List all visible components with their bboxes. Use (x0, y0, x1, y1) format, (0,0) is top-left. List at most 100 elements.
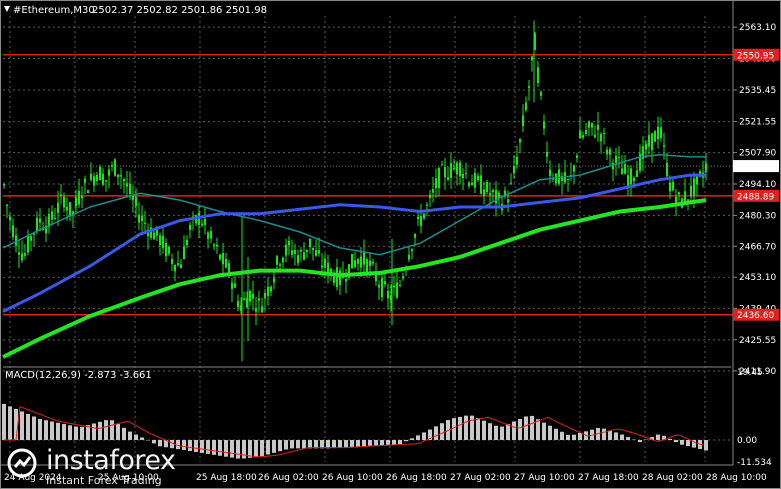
candle-body (300, 249, 302, 252)
candle-body (153, 232, 155, 240)
price-tick-label: 2494.10 (739, 180, 776, 190)
macd-bar (80, 426, 84, 440)
macd-bar (338, 440, 342, 448)
candle-body (6, 204, 8, 207)
price-tick-label: 2563.10 (739, 23, 776, 33)
candle-body (393, 285, 395, 288)
macd-bar (452, 418, 456, 440)
candle-body (261, 306, 263, 313)
candle-body (93, 176, 95, 186)
macd-bar (470, 415, 474, 440)
macd-bar (542, 422, 546, 440)
candle-body (573, 165, 575, 172)
candle-body (663, 145, 665, 147)
candle-body (108, 169, 110, 176)
price-tick-label: 2507.90 (739, 149, 776, 159)
candle-body (594, 134, 596, 138)
candle-body (402, 276, 404, 279)
candle-body (378, 284, 380, 288)
macd-bar (44, 420, 48, 440)
candle-body (87, 190, 89, 194)
candle-body (435, 178, 437, 189)
level-label: 2488.89 (737, 192, 774, 202)
price-tick-label: 2466.70 (739, 242, 776, 252)
candle-body (654, 131, 656, 142)
candle-body (597, 124, 599, 130)
candle-body (69, 202, 71, 217)
macd-bar (38, 419, 42, 440)
candle-body (444, 167, 446, 178)
macd-bar (680, 440, 684, 445)
macd-bar (638, 440, 642, 443)
candle-body (24, 253, 26, 256)
chart-border (0, 0, 781, 489)
candle-body (243, 298, 245, 300)
macd-bar (416, 435, 420, 440)
macd-bar (356, 440, 360, 447)
level-label: 2436.60 (737, 311, 774, 321)
macd-bar (8, 406, 12, 440)
chart-window[interactable]: #Ethereum,M30 2502.37 2502.82 2501.86 250… (0, 0, 781, 489)
candle-body (498, 192, 500, 198)
candle-body (645, 143, 647, 150)
candle-body (636, 170, 638, 177)
candle-body (510, 182, 512, 184)
macd-bar (344, 440, 348, 448)
candle-body (468, 182, 470, 187)
macd-bar (56, 422, 60, 440)
candle-body (27, 235, 29, 253)
candle-body (162, 235, 164, 249)
candle-body (270, 286, 272, 292)
macd-bar (410, 438, 414, 440)
macd-bar (398, 440, 402, 445)
candle-body (396, 282, 398, 298)
candle-body (459, 162, 461, 177)
candle-body (225, 259, 227, 268)
candle-body (489, 193, 491, 196)
candle-body (423, 213, 425, 219)
candle-body (306, 249, 308, 252)
candle-body (288, 240, 290, 246)
candle-body (111, 165, 113, 167)
time-tick-label: 27 Aug 02:00 (450, 473, 511, 483)
candle-body (135, 196, 137, 207)
macd-bar (578, 433, 582, 440)
macd-bar (110, 420, 114, 440)
macd-bar (218, 440, 222, 456)
instaforex-logo-icon (7, 448, 37, 478)
candle-body (210, 231, 212, 239)
macd-bar (212, 440, 216, 455)
macd-bar (464, 415, 468, 440)
candle-body (231, 282, 233, 289)
macd-bar (560, 431, 564, 440)
candle-body (408, 254, 410, 260)
macd-bar (122, 427, 126, 440)
candle-body (102, 173, 104, 185)
macd-bar (230, 440, 234, 458)
macd-bar (494, 425, 498, 440)
candle-body (144, 222, 146, 225)
macd-bar (2, 403, 6, 440)
candle-body (189, 224, 191, 230)
candle-body (360, 256, 362, 268)
candle-body (264, 292, 266, 299)
macd-bar (608, 430, 612, 440)
macd-bar (302, 440, 306, 449)
chart-canvas[interactable]: #Ethereum,M302502.37 2502.82 2501.86 250… (0, 0, 781, 489)
candle-body (105, 180, 107, 182)
candle-body (417, 216, 419, 220)
candle-body (345, 279, 347, 282)
header-dropdown-icon (4, 6, 10, 12)
candle-body (450, 163, 452, 178)
candle-body (222, 253, 224, 265)
macd-bar (128, 431, 132, 440)
candle-body (180, 264, 182, 269)
candle-body (471, 182, 473, 186)
candle-body (669, 182, 671, 192)
candle-body (585, 130, 587, 134)
watermark-name: instaforex (46, 445, 176, 476)
time-tick-label: 28 Aug 10:00 (706, 473, 767, 483)
candle-body (672, 181, 674, 191)
candle-body (90, 173, 92, 180)
macd-bar (224, 440, 228, 457)
